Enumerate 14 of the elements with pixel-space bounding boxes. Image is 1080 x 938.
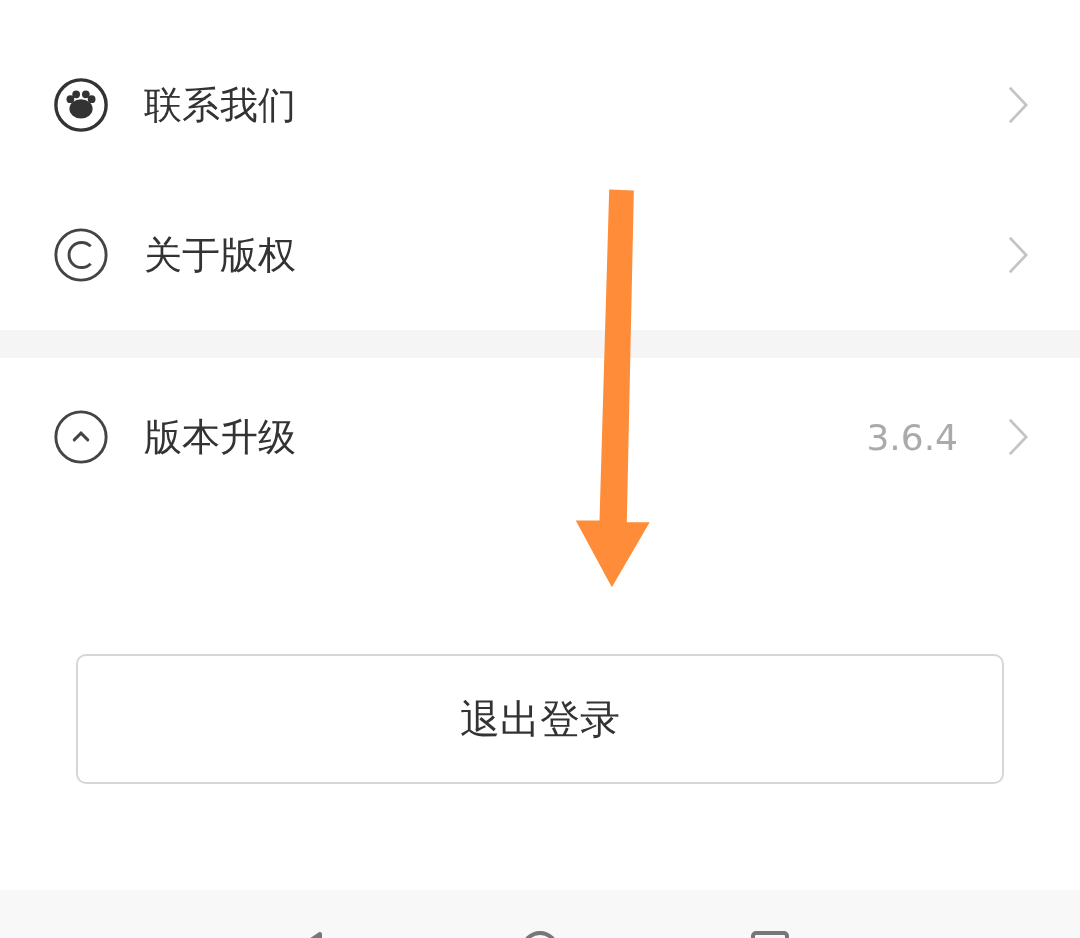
menu-label: 版本升级 <box>144 413 297 461</box>
version-number: 3.6.4 <box>866 416 958 458</box>
copyright-icon <box>52 226 110 284</box>
chevron-right-icon <box>1006 85 1030 125</box>
chevron-right-icon <box>1006 235 1030 275</box>
menu-item[interactable]: 联系我们 <box>0 30 1080 180</box>
menu-label: 关于版权 <box>144 231 297 279</box>
logout-button[interactable]: 退出登录 <box>76 654 1004 784</box>
menu-item[interactable]: 版本升级 3.6.4 <box>0 362 1080 512</box>
paw-icon <box>52 76 110 134</box>
menu-item[interactable]: 关于版权 <box>0 180 1080 330</box>
menu-label: 联系我们 <box>144 81 297 129</box>
chevron-up-icon <box>52 408 110 466</box>
chevron-right-icon <box>1006 417 1030 457</box>
